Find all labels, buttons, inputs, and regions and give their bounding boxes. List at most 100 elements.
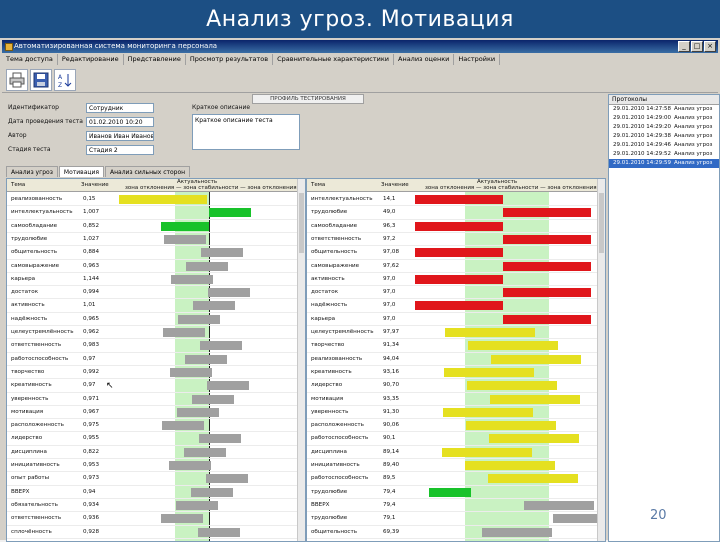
minimize-button[interactable]: _ xyxy=(678,41,690,52)
menu-item[interactable]: Представление xyxy=(124,54,186,65)
menu-item[interactable]: Просмотр результатов xyxy=(186,54,273,65)
deviation-bar xyxy=(163,328,205,337)
deviation-bar xyxy=(161,222,209,231)
menu-item[interactable]: Сравнительные характеристики xyxy=(273,54,394,65)
print-button[interactable] xyxy=(6,69,28,91)
deviation-bar xyxy=(467,381,557,390)
mouse-cursor-icon: ↖ xyxy=(106,381,114,391)
column-header-name[interactable]: Тема xyxy=(311,179,325,191)
row-value: 0,971 xyxy=(83,396,99,402)
row-name: трудолюбие xyxy=(311,209,347,215)
field-value[interactable]: 01.02.2010 10:20 xyxy=(86,117,154,127)
row-name: целеустремлённость xyxy=(311,329,374,335)
row-name: ВВЕРХ xyxy=(11,489,29,495)
row-name: уверенность xyxy=(11,396,48,402)
row-name: общительность xyxy=(311,529,357,535)
tab[interactable]: Анализ сильных сторон xyxy=(105,166,190,177)
protocol-text: Анализ угроз xyxy=(674,106,712,112)
scrollbar-thumb[interactable] xyxy=(599,193,604,253)
row-name: достаток xyxy=(11,289,38,295)
row-value: 89,14 xyxy=(383,449,399,455)
field-value[interactable]: Иванов Иван Иванович xyxy=(86,131,154,141)
row-separator xyxy=(7,232,297,233)
protocol-text: Анализ угроз xyxy=(674,133,712,139)
row-value: 97,62 xyxy=(383,263,399,269)
row-separator xyxy=(7,511,297,512)
protocol-row[interactable]: 29.01.2010 14:29:38Анализ угроз xyxy=(609,132,719,141)
save-button[interactable] xyxy=(30,69,52,91)
deviation-bar xyxy=(444,368,534,377)
deviation-bar xyxy=(488,474,578,483)
protocol-row[interactable]: 29.01.2010 14:29:52Анализ угроз xyxy=(609,150,719,159)
protocol-row[interactable]: 29.01.2010 14:29:59Анализ угроз xyxy=(609,159,719,168)
row-separator xyxy=(7,405,297,406)
row-name: работоспособность xyxy=(11,356,68,362)
tab[interactable]: Анализ угроз xyxy=(6,166,58,177)
row-value: 69,39 xyxy=(383,529,399,535)
menu-bar: Тема доступаРедактированиеПредставлениеП… xyxy=(2,54,718,65)
protocol-row[interactable]: 29.01.2010 14:27:58Анализ угроз xyxy=(609,105,719,114)
vertical-scrollbar[interactable] xyxy=(597,179,605,541)
row-name: ВВЕРХ xyxy=(311,502,329,508)
maximize-button[interactable]: □ xyxy=(691,41,703,52)
row-separator xyxy=(307,471,597,472)
protocol-row[interactable]: 29.01.2010 14:29:20Анализ угроз xyxy=(609,123,719,132)
deviation-bar xyxy=(186,262,228,271)
slide-number: 20 xyxy=(650,508,667,523)
close-button[interactable]: × xyxy=(704,41,716,52)
vertical-scrollbar[interactable] xyxy=(297,179,305,541)
column-header-value[interactable]: Значение xyxy=(381,179,409,191)
deviation-bar xyxy=(415,275,503,284)
row-name: творчество xyxy=(11,369,44,375)
row-value: 0,975 xyxy=(83,422,99,428)
tab[interactable]: Мотивация xyxy=(59,166,104,177)
row-name: активность xyxy=(11,302,45,308)
menu-item[interactable]: Тема доступа xyxy=(2,54,58,65)
row-value: 49,0 xyxy=(383,209,395,215)
protocol-row[interactable]: 29.01.2010 14:29:00Анализ угроз xyxy=(609,114,719,123)
menu-item[interactable]: Анализ оценки xyxy=(394,54,454,65)
deviation-bar xyxy=(206,474,248,483)
deviation-bar xyxy=(170,368,212,377)
row-value: 0,884 xyxy=(83,249,99,255)
row-name: интеллектуальность xyxy=(311,196,373,202)
row-separator xyxy=(307,445,597,446)
column-header-subzones[interactable]: зона отклонения — зона стабильности — зо… xyxy=(425,185,597,191)
menu-item[interactable]: Настройки xyxy=(454,54,500,65)
svg-text:Z: Z xyxy=(58,82,62,88)
row-separator xyxy=(307,205,597,206)
deviation-bar xyxy=(192,395,234,404)
section-title: ПРОФИЛЬ ТЕСТИРОВАНИЯ xyxy=(252,94,364,104)
row-value: 0,936 xyxy=(83,515,99,521)
row-value: 0,992 xyxy=(83,369,99,375)
deviation-bar xyxy=(429,488,471,497)
row-separator xyxy=(307,312,597,313)
deviation-bar xyxy=(207,381,249,390)
row-name: ответственность xyxy=(11,515,61,521)
field-value[interactable]: Сотрудник xyxy=(86,103,154,113)
row-name: трудолюбие xyxy=(11,236,47,242)
protocol-text: Анализ угроз xyxy=(674,160,712,166)
protocol-row[interactable]: 29.01.2010 14:29:46Анализ угроз xyxy=(609,141,719,150)
svg-text:A: A xyxy=(58,74,63,81)
deviation-bar xyxy=(177,408,219,417)
column-header-name[interactable]: Тема xyxy=(11,179,25,191)
scrollbar-thumb[interactable] xyxy=(299,193,304,253)
row-separator xyxy=(7,219,297,220)
deviation-bar xyxy=(503,208,591,217)
note-label: Краткое описание xyxy=(192,104,250,111)
column-header-value[interactable]: Значение xyxy=(81,179,109,191)
row-separator xyxy=(307,285,597,286)
note-field[interactable]: Краткое описание теста xyxy=(192,114,300,150)
row-name: самообладание xyxy=(311,223,357,229)
row-value: 0,15 xyxy=(83,196,95,202)
row-value: 97,2 xyxy=(383,236,395,242)
menu-item[interactable]: Редактирование xyxy=(58,54,124,65)
row-separator xyxy=(307,458,597,459)
deviation-bar xyxy=(482,528,552,537)
field-value[interactable]: Стадия 2 xyxy=(86,145,154,155)
column-header-subzones[interactable]: зона отклонения — зона стабильности — зо… xyxy=(125,185,297,191)
field-label: Автор xyxy=(8,132,27,139)
protocol-date: 29.01.2010 14:29:52 xyxy=(613,151,671,157)
sort-button[interactable]: AZ xyxy=(54,69,76,91)
